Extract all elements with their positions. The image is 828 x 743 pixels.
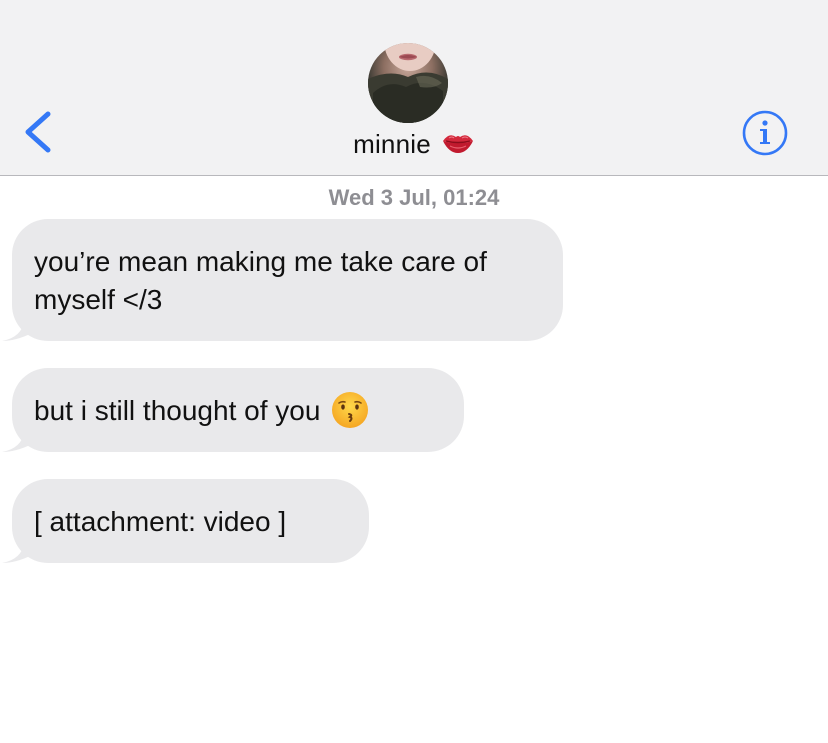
contact-avatar[interactable]: [368, 43, 448, 123]
kissing-face-icon: [332, 392, 369, 428]
info-button[interactable]: [741, 109, 789, 157]
bubble-tail: [2, 533, 32, 563]
contact-name: minnie: [353, 128, 431, 159]
message-bubble-incoming[interactable]: [ attachment: video ]: [2, 479, 369, 563]
message-bubble-incoming[interactable]: you’re mean making me take care of mysel…: [2, 219, 563, 341]
conversation-header: minnie: [0, 0, 828, 176]
message-text: but i still thought of you: [34, 395, 321, 426]
info-icon: [742, 110, 788, 156]
message-timestamp: Wed 3 Jul, 01:24: [328, 185, 500, 210]
avatar-photo: [368, 43, 448, 123]
message-bubble-incoming[interactable]: but i still thought of you: [2, 368, 464, 452]
kiss-mark-icon: [442, 135, 473, 153]
message-text: you’re mean making me take care of mysel…: [34, 246, 487, 315]
imessage-screen: minnie Wed 3 Jul, 01:24 you’re mean maki…: [0, 0, 828, 743]
bubble-tail: [2, 311, 32, 341]
message-text: [ attachment: video ]: [34, 506, 287, 537]
bubble-tail: [2, 422, 32, 452]
contact-name-button[interactable]: minnie: [0, 128, 828, 160]
